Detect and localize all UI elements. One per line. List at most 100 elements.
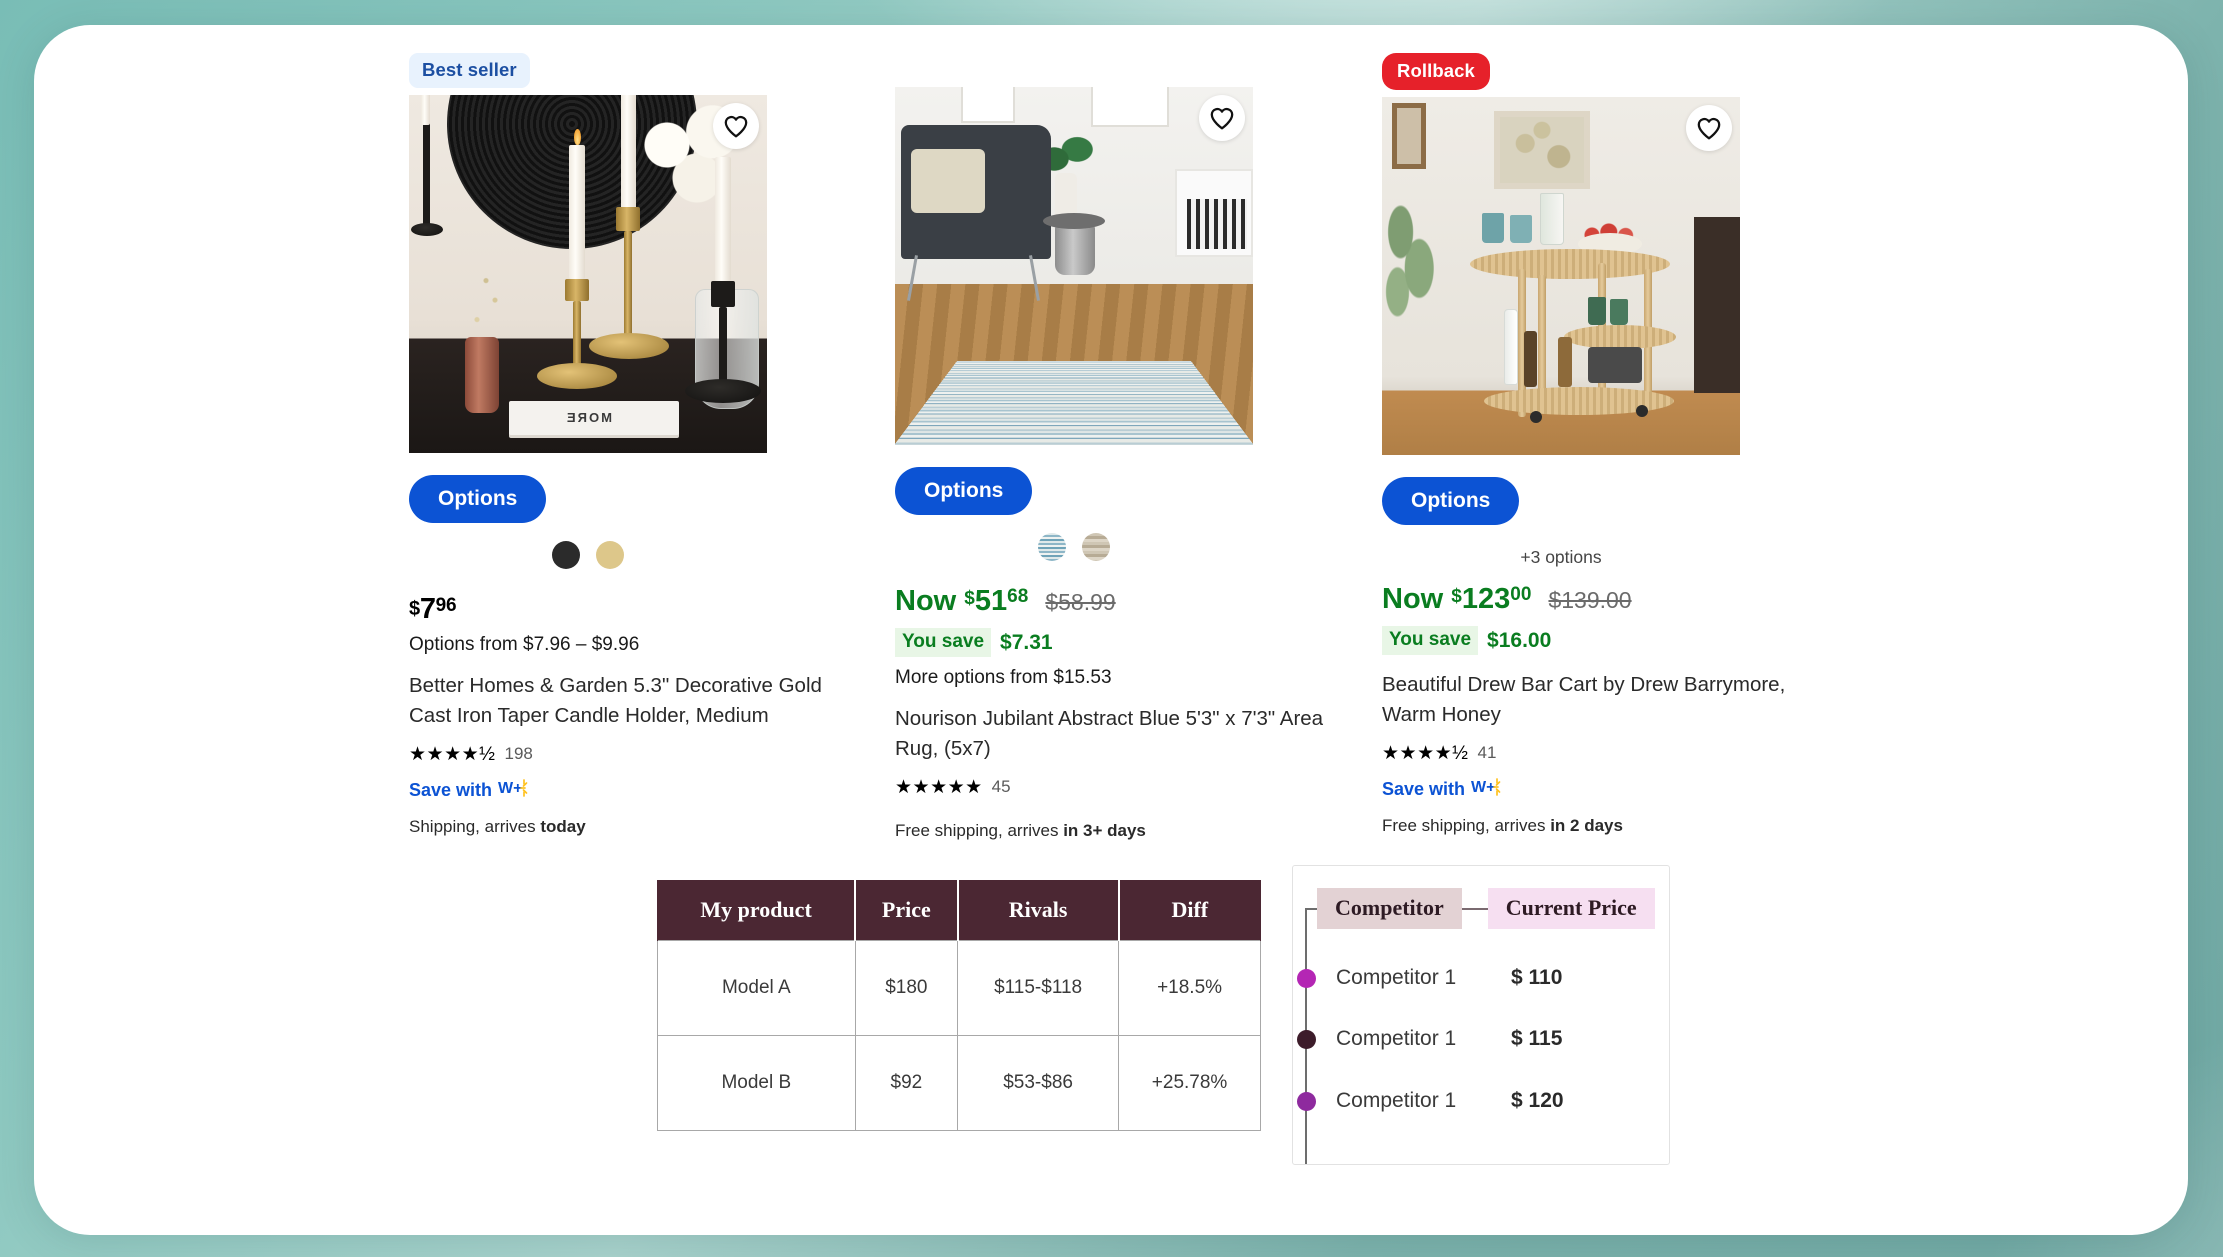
save-with-label: Save with: [1382, 779, 1466, 800]
star-rating-icon: ★★★★★: [895, 776, 983, 798]
competitor-name: Competitor 1: [1336, 966, 1457, 989]
column-header-price: Price: [854, 880, 959, 941]
favorite-heart-icon[interactable]: [1686, 105, 1732, 151]
product-image-bar-cart[interactable]: [1382, 97, 1740, 455]
table-header-row: My product Price Rivals Diff: [657, 880, 1261, 941]
you-save-label: You save: [1382, 626, 1479, 655]
was-price: $139.00: [1548, 587, 1632, 613]
chip-current-price: Current Price: [1487, 888, 1655, 929]
price-currency: $: [964, 587, 975, 609]
was-price: $58.99: [1045, 589, 1116, 615]
comparison-table: My product Price Rivals Diff Model A $18…: [657, 880, 1261, 1131]
table-row: Model B $92 $53-$86 +25.78%: [657, 1035, 1261, 1131]
product-title-area-rug[interactable]: Nourison Jubilant Abstract Blue 5'3" x 7…: [895, 704, 1355, 763]
rug-room-scene: [895, 87, 1253, 445]
product-title-bar-cart[interactable]: Beautiful Drew Bar Cart by Drew Barrymor…: [1382, 670, 1842, 729]
product-card-bar-cart[interactable]: Rollback Options +3 options Now $12300 $…: [1382, 53, 1842, 836]
walmart-plus-icon: W+: [1471, 776, 1501, 803]
cell-price: $180: [854, 940, 959, 1036]
cell-price: $92: [854, 1035, 959, 1131]
bar-cart-scene: [1382, 97, 1740, 455]
table-row: Model A $180 $115-$118 +18.5%: [657, 940, 1261, 1036]
favorite-heart-icon[interactable]: [1199, 95, 1245, 141]
price-currency: $: [1451, 585, 1462, 607]
swatch-gold[interactable]: [596, 541, 624, 569]
rating-count: 41: [1477, 743, 1497, 763]
shipping-emphasis: today: [540, 817, 586, 837]
competitor-price: $ 110: [1511, 966, 1563, 989]
competitor-dot-icon: [1297, 1091, 1316, 1111]
competitor-dot-icon: [1297, 1029, 1316, 1049]
now-label: Now: [1382, 583, 1444, 615]
competitor-dot-icon: [1297, 968, 1316, 988]
star-rating-icon: ★★★★½: [1382, 742, 1469, 764]
shipping-text: Free shipping, arrives: [895, 821, 1064, 841]
color-swatches-candle-holder[interactable]: [409, 541, 767, 569]
swatch-black[interactable]: [552, 541, 580, 569]
price-cents: 68: [1007, 586, 1029, 608]
competitor-price: $ 115: [1511, 1027, 1563, 1050]
rating-candle-holder[interactable]: ★★★★½ 198: [409, 744, 869, 764]
page-card: Best seller MORE Options $796 Options fr…: [34, 25, 2188, 1235]
rating-count: 198: [504, 744, 533, 764]
cell-diff: +25.78%: [1118, 1035, 1261, 1131]
options-button-area-rug[interactable]: Options: [895, 467, 1033, 515]
rating-count: 45: [991, 777, 1011, 797]
color-swatches-area-rug[interactable]: [895, 533, 1253, 561]
swatch-blue-stripe[interactable]: [1038, 533, 1066, 561]
options-from-candle-holder: Options from $7.96 – $9.96: [409, 634, 640, 655]
shipping-info-bar-cart: Free shipping, arrives in 2 days: [1382, 816, 1842, 836]
badge-rollback: Rollback: [1382, 53, 1842, 97]
price-bar-cart: Now $12300 $139.00: [1382, 585, 1842, 614]
options-button-bar-cart[interactable]: Options: [1382, 477, 1520, 525]
svg-text:W+: W+: [1471, 779, 1495, 796]
you-save-label: You save: [895, 628, 992, 657]
plus-options-bar-cart[interactable]: +3 options: [1382, 547, 1740, 568]
you-save-area-rug: You save $7.31: [895, 628, 1355, 657]
save-with-walmart-plus-candle-holder[interactable]: Save with W+: [409, 777, 869, 804]
cell-rivals: $53-$86: [957, 1035, 1120, 1131]
price-candle-holder: $796: [409, 595, 869, 624]
rating-area-rug[interactable]: ★★★★★ 45: [895, 777, 1355, 797]
cell-diff: +18.5%: [1118, 940, 1261, 1036]
price-area-rug: Now $5168 $58.99: [895, 587, 1355, 616]
shipping-info-area-rug: Free shipping, arrives in 3+ days: [895, 821, 1355, 841]
you-save-amount: $7.31: [1000, 630, 1053, 654]
walmart-plus-icon: W+: [498, 777, 528, 804]
cell-rivals: $115-$118: [957, 940, 1120, 1036]
product-card-area-rug[interactable]: Options Now $5168 $58.99 You save $7.31 …: [895, 53, 1355, 841]
shipping-text: Free shipping, arrives: [1382, 816, 1551, 836]
competitor-price: $ 120: [1511, 1089, 1564, 1112]
shipping-emphasis: in 2 days: [1550, 816, 1623, 836]
product-card-candle-holder[interactable]: Best seller MORE Options $796 Options fr…: [409, 53, 869, 837]
competitor-name: Competitor 1: [1336, 1089, 1457, 1112]
candle-scene: [409, 95, 767, 453]
shipping-info-candle-holder: Shipping, arrives today: [409, 817, 869, 837]
badge-placeholder-area-rug: [895, 53, 1355, 87]
save-with-label: Save with: [409, 780, 493, 801]
product-image-area-rug[interactable]: [895, 87, 1253, 445]
rating-bar-cart[interactable]: ★★★★½ 41: [1382, 743, 1842, 763]
product-image-candle-holder[interactable]: [409, 95, 767, 453]
price-dollars: 7: [419, 593, 436, 625]
column-header-my-product: My product: [657, 880, 857, 941]
swatch-beige-stripe[interactable]: [1082, 533, 1110, 561]
product-title-candle-holder[interactable]: Better Homes & Garden 5.3" Decorative Go…: [409, 671, 841, 730]
you-save-amount: $16.00: [1487, 628, 1552, 652]
price-cents: 00: [1510, 584, 1532, 606]
you-save-bar-cart: You save $16.00: [1382, 626, 1842, 655]
competitor-name: Competitor 1: [1336, 1027, 1457, 1050]
chip-competitor: Competitor: [1317, 888, 1462, 929]
competitor-panel-header: Competitor Current Price: [1317, 888, 1655, 929]
column-header-diff: Diff: [1118, 880, 1261, 941]
badge-best-seller: Best seller: [409, 53, 869, 95]
favorite-heart-icon[interactable]: [713, 103, 759, 149]
chip-connector-dash: [1461, 907, 1488, 910]
comparison-table-container: My product Price Rivals Diff Model A $18…: [657, 880, 1261, 1131]
shipping-text: Shipping, arrives: [409, 817, 541, 837]
cell-model: Model A: [657, 940, 856, 1036]
now-label: Now: [895, 585, 957, 617]
cell-model: Model B: [657, 1035, 856, 1131]
save-with-walmart-plus-bar-cart[interactable]: Save with W+: [1382, 776, 1842, 803]
options-button-candle-holder[interactable]: Options: [409, 475, 547, 523]
